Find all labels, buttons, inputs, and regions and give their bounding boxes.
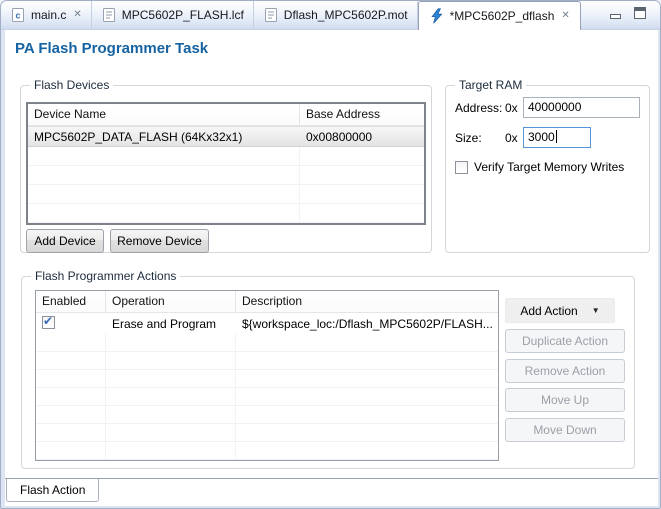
column-header-operation[interactable]: Operation: [106, 291, 236, 312]
column-header-enabled[interactable]: Enabled: [36, 291, 106, 312]
empty-table-row: [36, 424, 498, 442]
flash-devices-table-header: Device Name Base Address: [28, 104, 424, 126]
editor-window: c main.c ✕ MPC5602P_FLASH.lcf Dflash_MPC…: [0, 0, 661, 509]
flash-actions-table[interactable]: Enabled Operation Description ✔ Erase an…: [35, 290, 499, 461]
c-file-icon: c: [10, 7, 26, 23]
size-hex-prefix: 0x: [505, 130, 518, 145]
empty-table-row: [28, 185, 424, 204]
tab-dflash-mpc5602p-mot[interactable]: Dflash_MPC5602P.mot: [254, 1, 418, 29]
flash-actions-table-header: Enabled Operation Description: [36, 291, 498, 313]
maximize-icon: [634, 7, 646, 19]
tab-mpc5602p-flash-lcf[interactable]: MPC5602P_FLASH.lcf: [92, 1, 254, 29]
size-input[interactable]: 3000: [523, 127, 591, 148]
editor-content: PA Flash Programmer Task Flash Devices D…: [5, 30, 658, 506]
tab-label: main.c: [31, 8, 67, 22]
flash-devices-group-label: Flash Devices: [30, 78, 114, 92]
verify-writes-label: Verify Target Memory Writes: [474, 160, 625, 174]
move-up-button[interactable]: Move Up: [505, 388, 625, 412]
editor-tabbar: c main.c ✕ MPC5602P_FLASH.lcf Dflash_MPC…: [1, 1, 660, 30]
duplicate-action-button[interactable]: Duplicate Action: [505, 329, 625, 353]
tab-label: *MPC5602P_dflash: [449, 9, 555, 23]
add-device-button[interactable]: Add Device: [26, 229, 104, 253]
address-label: Address:: [455, 100, 503, 115]
maximize-button[interactable]: [634, 6, 646, 24]
minimize-button[interactable]: [610, 6, 621, 24]
base-address-cell: 0x00800000: [306, 129, 373, 144]
address-row: Address: 0x 40000000: [455, 97, 640, 118]
text-file-icon: [101, 7, 117, 23]
text-file-icon: [263, 7, 279, 23]
column-header-device-name[interactable]: Device Name: [28, 104, 300, 125]
page-title: PA Flash Programmer Task: [15, 40, 209, 57]
size-row: Size: 0x 3000: [455, 127, 640, 148]
tab-flash-action[interactable]: Flash Action: [6, 479, 100, 502]
column-header-description[interactable]: Description: [236, 291, 498, 312]
close-icon[interactable]: ✕: [73, 10, 81, 20]
empty-table-row: [36, 370, 498, 388]
address-input[interactable]: 40000000: [523, 97, 640, 118]
device-name-cell: MPC5602P_DATA_FLASH (64Kx32x1): [34, 129, 243, 144]
text-caret: [555, 130, 557, 143]
description-cell: ${workspace_loc:/Dflash_MPC5602P/FLASH..…: [242, 316, 493, 331]
empty-table-row: [28, 147, 424, 166]
close-icon[interactable]: ✕: [561, 11, 569, 21]
flash-actions-group-label: Flash Programmer Actions: [31, 269, 181, 283]
minimize-icon: [610, 14, 621, 19]
empty-table-row: [36, 388, 498, 406]
tab-main-c[interactable]: c main.c ✕: [1, 1, 92, 29]
flash-devices-table[interactable]: Device Name Base Address MPC5602P_DATA_F…: [26, 102, 426, 225]
tab-mpc5602p-dflash-active[interactable]: *MPC5602P_dflash ✕: [417, 1, 581, 30]
empty-table-row: [28, 166, 424, 185]
dropdown-arrow-icon: ▼: [591, 305, 600, 315]
target-ram-group-label: Target RAM: [455, 78, 527, 92]
window-controls: [602, 1, 660, 29]
tab-label: MPC5602P_FLASH.lcf: [121, 8, 244, 22]
table-row-action[interactable]: ✔ Erase and Program ${workspace_loc:/Dfl…: [36, 313, 498, 334]
column-header-base-address[interactable]: Base Address: [300, 104, 424, 125]
flash-devices-group: Flash Devices Device Name Base Address M…: [20, 78, 432, 253]
table-row-device[interactable]: MPC5602P_DATA_FLASH (64Kx32x1) 0x0080000…: [28, 126, 424, 147]
remove-action-button[interactable]: Remove Action: [505, 359, 625, 383]
action-enabled-checkbox[interactable]: ✔: [42, 315, 55, 329]
check-icon: ✔: [43, 315, 54, 328]
empty-table-row: [36, 334, 498, 352]
flash-actions-group: Flash Programmer Actions Enabled Operati…: [21, 269, 635, 469]
empty-table-row: [36, 352, 498, 370]
address-hex-prefix: 0x: [505, 100, 518, 115]
empty-table-row: [36, 406, 498, 424]
empty-table-row: [28, 204, 424, 223]
operation-cell: Erase and Program: [112, 316, 217, 331]
tab-label: Dflash_MPC5602P.mot: [283, 8, 408, 22]
verify-writes-checkbox[interactable]: [455, 160, 468, 174]
flash-bolt-icon: [429, 8, 445, 24]
empty-table-row: [36, 442, 498, 460]
move-down-button[interactable]: Move Down: [505, 418, 625, 442]
add-action-button[interactable]: Add Action ▼: [505, 298, 615, 323]
target-ram-group: Target RAM Address: 0x 40000000 Size: 0x…: [445, 78, 650, 253]
svg-text:c: c: [15, 11, 20, 21]
verify-writes-row: Verify Target Memory Writes: [455, 160, 624, 174]
remove-device-button[interactable]: Remove Device: [110, 229, 209, 253]
bottom-tab-strip: Flash Action: [5, 478, 658, 506]
size-label: Size:: [455, 130, 482, 145]
enabled-cell: ✔: [36, 315, 106, 332]
